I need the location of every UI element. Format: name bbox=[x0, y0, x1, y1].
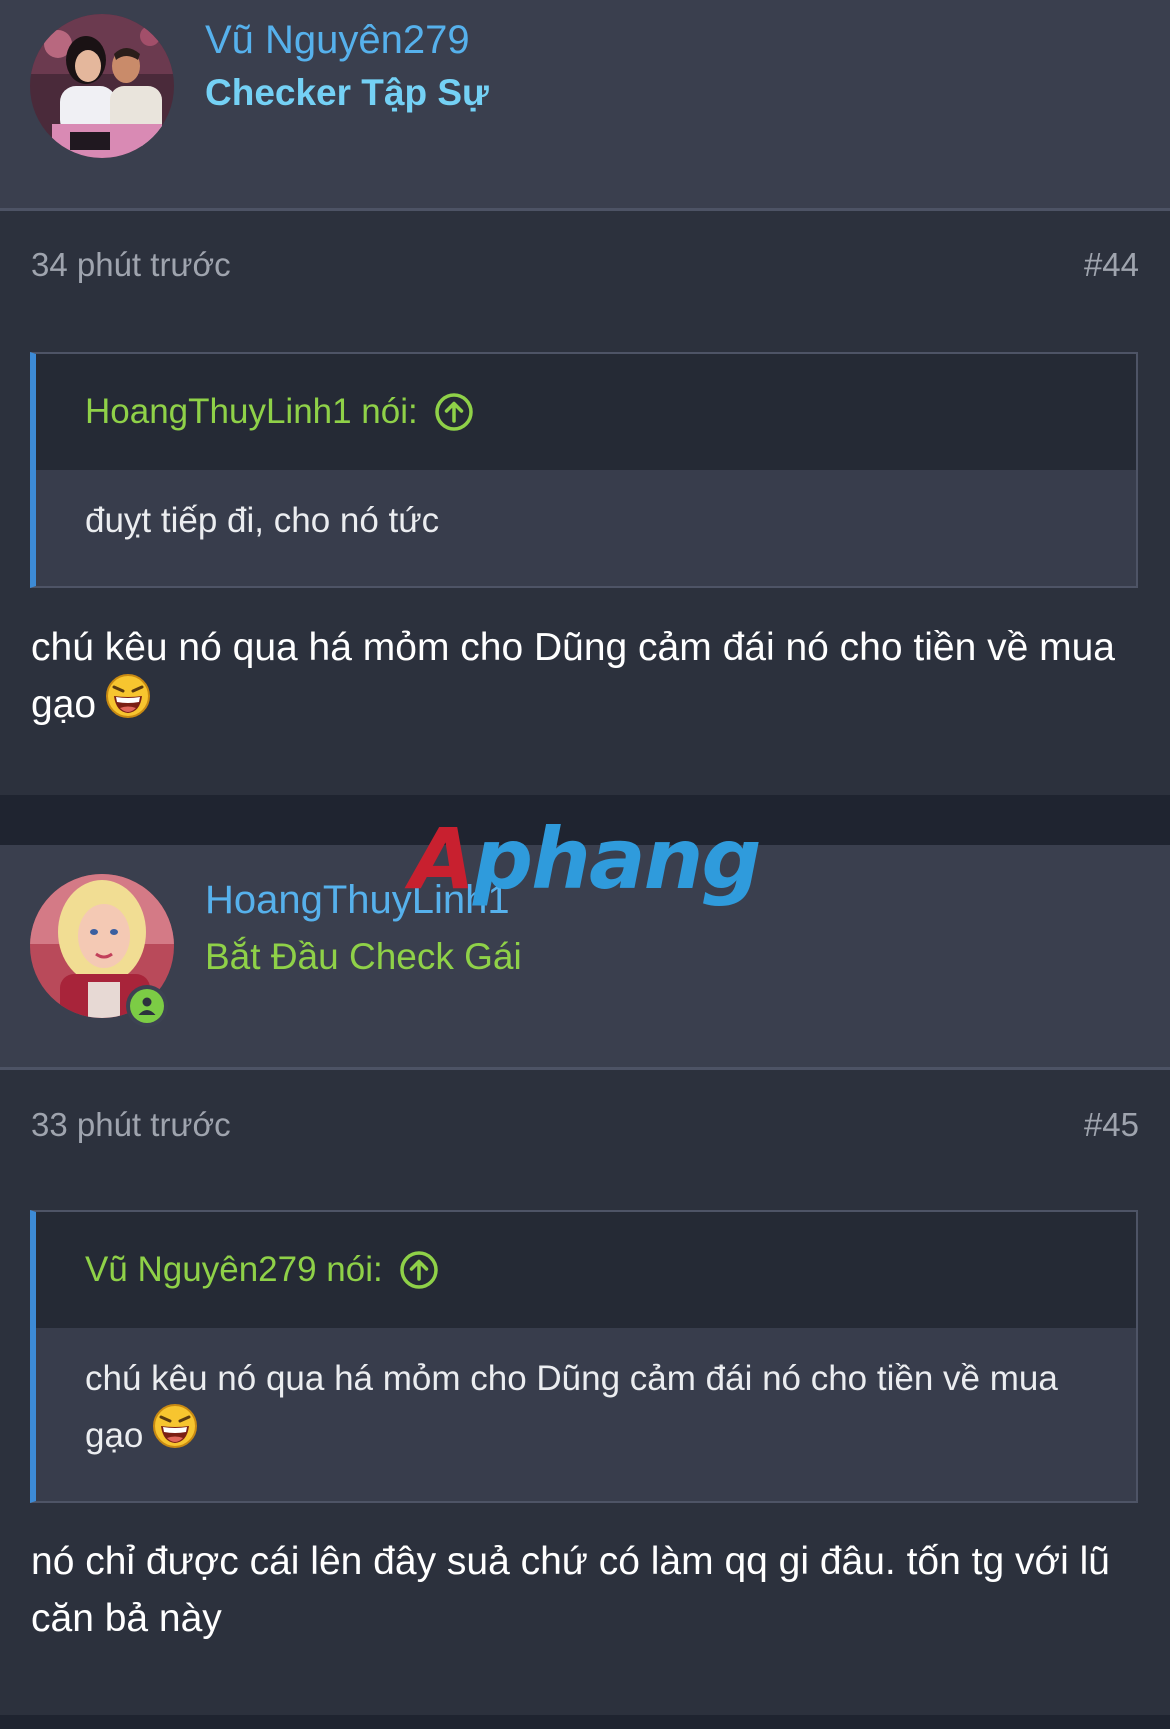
quote-block: Vũ Nguyên279 nói: chú kêu nó qua há mỏm … bbox=[30, 1210, 1138, 1503]
online-status-badge bbox=[126, 985, 168, 1027]
post-author-name[interactable]: Vũ Nguyên279 bbox=[205, 18, 470, 63]
arrow-up-circle-icon[interactable] bbox=[399, 1250, 439, 1290]
quote-author[interactable]: Vũ Nguyên279 nói: bbox=[85, 1250, 383, 1290]
post-message-text: chú kêu nó qua há mỏm cho Dũng cảm đái n… bbox=[31, 626, 1115, 726]
post-45: HoangThuyLinh1 Bắt Đầu Check Gái 33 phút… bbox=[0, 845, 1170, 1715]
quote-text: đuỵt tiếp đi, cho nó tức bbox=[85, 501, 440, 540]
quote-block: HoangThuyLinh1 nói: đuỵt tiếp đi, cho nó… bbox=[30, 352, 1138, 588]
avatar-photo bbox=[30, 14, 174, 158]
quote-header[interactable]: HoangThuyLinh1 nói: bbox=[36, 354, 1136, 470]
post-header: Vũ Nguyên279 Checker Tập Sự bbox=[0, 0, 1170, 211]
post-author-name[interactable]: HoangThuyLinh1 bbox=[205, 878, 510, 923]
arrow-up-circle-icon[interactable] bbox=[434, 392, 474, 432]
quote-text-content: chú kêu nó qua há mỏm cho Dũng cảm đái n… bbox=[85, 1359, 1058, 1455]
user-rank: Checker Tập Sự bbox=[205, 72, 489, 113]
post-message: nó chỉ được cái lên đây suả chứ có làm q… bbox=[31, 1540, 1110, 1640]
post-message: chú kêu nó qua há mỏm cho Dũng cảm đái n… bbox=[31, 619, 1141, 736]
laughing-emoji-icon bbox=[151, 1402, 199, 1467]
post-timestamp[interactable]: 34 phút trước bbox=[31, 246, 231, 283]
post-meta: 33 phút trước #45 bbox=[31, 1106, 1139, 1144]
post-timestamp[interactable]: 33 phút trước bbox=[31, 1106, 231, 1143]
post-meta: 34 phút trước #44 bbox=[31, 246, 1139, 284]
quote-author[interactable]: HoangThuyLinh1 nói: bbox=[85, 392, 418, 432]
user-icon bbox=[138, 997, 156, 1015]
avatar[interactable] bbox=[30, 14, 174, 158]
laughing-emoji-icon bbox=[104, 672, 152, 736]
quote-text: chú kêu nó qua há mỏm cho Dũng cảm đái n… bbox=[36, 1328, 1136, 1487]
post-44: Vũ Nguyên279 Checker Tập Sự 34 phút trướ… bbox=[0, 0, 1170, 795]
user-rank: Bắt Đầu Check Gái bbox=[205, 936, 522, 977]
post-number[interactable]: #44 bbox=[1084, 246, 1139, 284]
post-header: HoangThuyLinh1 Bắt Đầu Check Gái bbox=[0, 845, 1170, 1070]
post-number[interactable]: #45 bbox=[1084, 1106, 1139, 1144]
quote-header[interactable]: Vũ Nguyên279 nói: bbox=[36, 1212, 1136, 1328]
